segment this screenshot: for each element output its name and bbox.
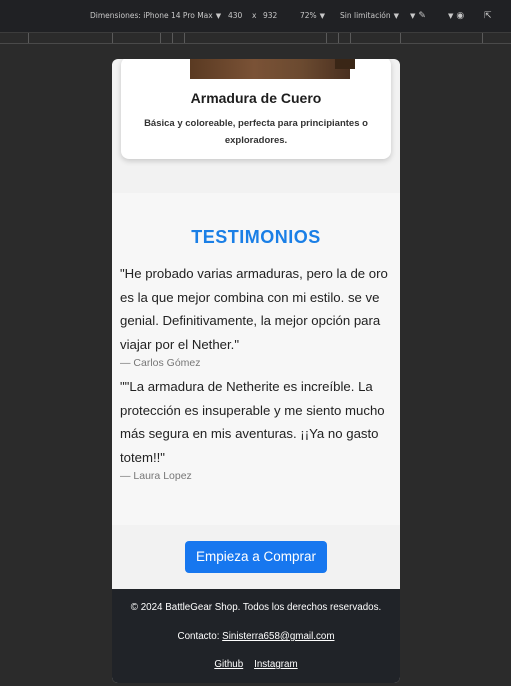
ruler-tick <box>112 33 113 43</box>
testimonial-item: ""La armadura de Netherite es increíble.… <box>120 375 396 484</box>
throttle-selector[interactable]: Sin limitación ▼ <box>340 11 399 20</box>
devtools-toolbar: Dimensiones: iPhone 14 Pro Max ▼ 430 x 9… <box>0 0 511 33</box>
throttle-label: Sin limitación <box>340 11 391 20</box>
zoom-label: 72% <box>300 11 317 20</box>
ruler-tick <box>172 33 173 43</box>
testimonial-author: — Carlos Gómez <box>120 357 201 369</box>
footer-social-links: Github Instagram <box>112 659 400 670</box>
ruler-tick <box>400 33 401 43</box>
testimonial-author: — Laura Lopez <box>120 470 192 482</box>
ruler-tick <box>350 33 351 43</box>
contact-label: Contacto: <box>177 631 223 642</box>
testimonials-heading: TESTIMONIOS <box>191 227 321 247</box>
device-viewport: Armadura de Cuero Básica y coloreable, p… <box>112 59 400 683</box>
product-image <box>190 59 350 79</box>
ruler-tick <box>28 33 29 43</box>
testimonial-item: "He probado varias armaduras, pero la de… <box>120 262 396 371</box>
footer-copyright: © 2024 BattleGear Shop. Todos los derech… <box>130 602 382 613</box>
product-card[interactable]: Armadura de Cuero Básica y coloreable, p… <box>121 59 391 159</box>
testimonial-quote: "He probado varias armaduras, pero la de… <box>120 266 388 352</box>
ruler-tick <box>184 33 185 43</box>
product-description: Básica y coloreable, perfecta para princ… <box>144 118 368 146</box>
viewport-width-input[interactable]: 430 <box>228 11 242 20</box>
times-sign: x <box>252 11 257 20</box>
ruler-tick <box>482 33 483 43</box>
site-footer: © 2024 BattleGear Shop. Todos los derech… <box>112 589 400 683</box>
sensors-toggle[interactable]: ▼ ✎ <box>410 11 426 21</box>
media-query-ruler <box>0 33 511 44</box>
chevron-down-icon: ▼ <box>393 11 400 20</box>
ruler-tick <box>326 33 327 43</box>
github-link[interactable]: Github <box>214 659 243 670</box>
pen-icon: ✎ <box>418 11 426 21</box>
viewport-height-input[interactable]: 932 <box>263 11 277 20</box>
chevron-down-icon: ▼ <box>215 11 222 20</box>
chevron-down-icon: ▼ <box>319 11 326 20</box>
device-label: Dimensiones: iPhone 14 Pro Max <box>90 11 213 20</box>
contact-email-link[interactable]: Sinisterra658@gmail.com <box>222 631 334 642</box>
ruler-tick <box>338 33 339 43</box>
chevron-down-icon: ▼ <box>448 12 454 20</box>
chevron-down-icon: ▼ <box>410 12 416 20</box>
testimonial-quote: ""La armadura de Netherite es increíble.… <box>120 379 385 465</box>
start-shopping-button[interactable]: Empieza a Comprar <box>185 541 327 573</box>
product-image-detail <box>335 59 355 69</box>
footer-contact: Contacto: Sinisterra658@gmail.com <box>112 631 400 642</box>
rotate-icon[interactable]: ⇱ <box>484 11 492 21</box>
ruler-tick <box>160 33 161 43</box>
instagram-link[interactable]: Instagram <box>254 659 298 670</box>
vision-toggle[interactable]: ▼ ◉ <box>448 11 464 21</box>
device-selector[interactable]: Dimensiones: iPhone 14 Pro Max ▼ <box>90 11 221 20</box>
zoom-selector[interactable]: 72% ▼ <box>300 11 325 20</box>
product-title: Armadura de Cuero <box>190 90 322 106</box>
testimonials-section: TESTIMONIOS "He probado varias armaduras… <box>112 193 400 525</box>
eye-icon: ◉ <box>456 11 465 21</box>
